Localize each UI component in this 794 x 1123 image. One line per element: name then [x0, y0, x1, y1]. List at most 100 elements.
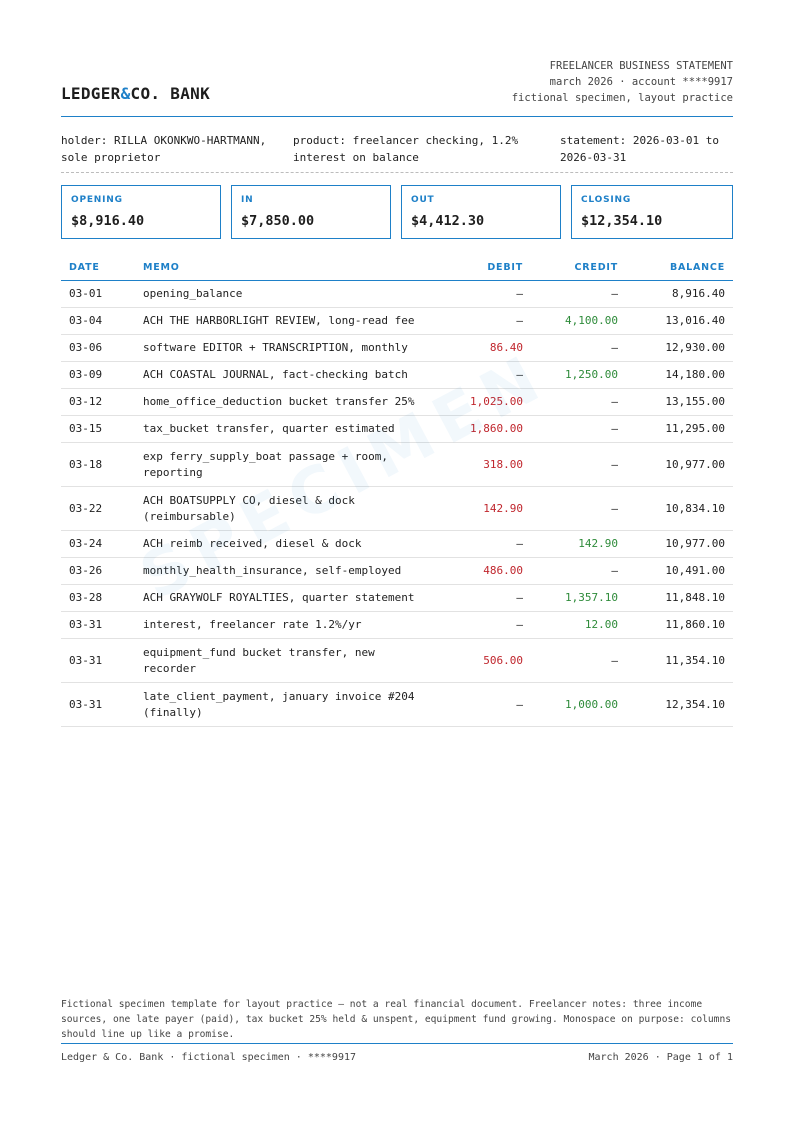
- table-header: DATE MEMO DEBIT CREDIT BALANCE: [61, 258, 733, 281]
- cell-debit: —: [516, 314, 523, 327]
- cell-debit: —: [516, 287, 523, 300]
- cell-date: 03-01: [69, 287, 103, 300]
- table-row: 03-31 interest, freelancer rate 1.2%/yr — 1…: [61, 612, 733, 639]
- cell-date: 03-22: [69, 501, 103, 515]
- cell-memo: exp ferry_supply_boat passage + room, re…: [143, 449, 389, 479]
- cell-debit: —: [516, 368, 523, 381]
- cell-credit: 1,357.10: [565, 591, 618, 604]
- cell-debit: —: [516, 697, 523, 711]
- cell-debit: —: [516, 537, 523, 550]
- cell-balance: 11,848.10: [665, 591, 725, 604]
- period-account: march 2026 · account ****9917: [549, 76, 733, 88]
- cell-credit: —: [611, 457, 618, 471]
- cell-balance: 10,491.00: [665, 564, 725, 577]
- footer-right: March 2026 · Page 1 of 1: [588, 1052, 734, 1063]
- cell-date: 03-31: [69, 618, 103, 631]
- cell-credit: 142.90: [578, 537, 618, 550]
- cell-credit: 1,250.00: [565, 368, 618, 381]
- brand-ampersand: &: [120, 84, 131, 103]
- cell-credit: —: [611, 395, 618, 408]
- cell-credit: 1,000.00: [565, 697, 618, 711]
- cell-date: 03-18: [69, 457, 103, 471]
- header-balance: BALANCE: [669, 262, 725, 273]
- cell-memo: opening_balance: [143, 287, 243, 300]
- table-body: 03-01 opening_balance — — 8,916.40 03-04 ACH T…: [61, 281, 733, 727]
- summary-value: $8,916.40: [71, 213, 145, 229]
- summary-label: IN: [241, 195, 254, 205]
- cell-debit: 486.00: [483, 564, 523, 577]
- cell-debit: —: [516, 618, 523, 631]
- cell-date: 03-31: [69, 697, 103, 711]
- cell-debit: —: [516, 591, 523, 604]
- bank-logo: LEDGER&CO. BANK: [61, 84, 210, 103]
- table-row: 03-31 late_client_payment, january invoic…: [61, 683, 733, 727]
- cell-date: 03-28: [69, 591, 103, 604]
- table-row: 03-12 home_office_deduction bucket transf…: [61, 389, 733, 416]
- cell-memo: ACH THE HARBORLIGHT REVIEW, long-read fe…: [143, 314, 415, 327]
- summary-value: $4,412.30: [411, 213, 485, 229]
- summary-card-closing: CLOSING $12,354.10: [571, 185, 733, 239]
- cell-date: 03-24: [69, 537, 103, 550]
- footer-note: Fictional specimen template for layout p…: [61, 999, 732, 1040]
- summary-card-in: IN $7,850.00: [231, 185, 391, 239]
- cell-debit: 318.00: [483, 457, 523, 471]
- cell-balance: 10,977.00: [665, 537, 725, 550]
- specimen-note: fictional specimen, layout practice: [511, 92, 733, 104]
- transactions-table: DATE MEMO DEBIT CREDIT BALANCE 03-01 open…: [61, 258, 733, 727]
- cell-balance: 13,016.40: [665, 314, 725, 327]
- account-info: holder: RILLA OKONKWO-HARTMANN, sole pro…: [61, 132, 733, 173]
- cell-balance: 10,977.00: [665, 457, 725, 471]
- summary-label: CLOSING: [581, 195, 632, 205]
- table-row: 03-04 ACH THE HARBORLIGHT REVIEW, long-re…: [61, 308, 733, 335]
- cell-credit: —: [611, 501, 618, 515]
- table-row: 03-31 equipment_fund bucket transfer, new…: [61, 639, 733, 683]
- cell-balance: 8,916.40: [672, 287, 725, 300]
- table-row: 03-09 ACH COASTAL JOURNAL, fact-checking …: [61, 362, 733, 389]
- cell-credit: 12.00: [584, 618, 618, 631]
- cell-memo: home_office_deduction bucket transfer 25…: [143, 395, 415, 408]
- table-row: 03-18 exp ferry_supply_boat passage + roo…: [61, 443, 733, 487]
- cell-date: 03-12: [69, 395, 103, 408]
- page-footer: Ledger & Co. Bank · fictional specimen ·…: [61, 1043, 733, 1063]
- header-debit: DEBIT: [487, 262, 523, 273]
- cell-balance: 12,354.10: [665, 697, 725, 711]
- cell-balance: 13,155.00: [665, 395, 725, 408]
- cell-credit: —: [611, 287, 618, 300]
- cell-memo: ACH reimb received, diesel & dock: [143, 537, 362, 550]
- summary-card-opening: OPENING $8,916.40: [61, 185, 221, 239]
- cell-memo: software EDITOR + TRANSCRIPTION, monthly: [143, 341, 408, 354]
- header-memo: MEMO: [143, 262, 180, 273]
- cell-date: 03-26: [69, 564, 103, 577]
- statement-period: statement: 2026-03-01 to 2026-03-31: [560, 134, 719, 164]
- cell-credit: —: [611, 653, 618, 667]
- cell-debit: 86.40: [489, 341, 523, 354]
- summary-label: OPENING: [71, 195, 123, 205]
- table-row: 03-06 software EDITOR + TRANSCRIPTION, mo…: [61, 335, 733, 362]
- cell-date: 03-06: [69, 341, 103, 354]
- cell-date: 03-31: [69, 653, 103, 667]
- cell-date: 03-09: [69, 368, 103, 381]
- cell-date: 03-15: [69, 422, 103, 435]
- cell-balance: 11,295.00: [665, 422, 725, 435]
- cell-memo: ACH COASTAL JOURNAL, fact-checking batch: [143, 368, 408, 381]
- brand-prefix: LEDGER: [61, 84, 121, 103]
- cell-date: 03-04: [69, 314, 103, 327]
- document-title: FREELANCER BUSINESS STATEMENT: [549, 60, 733, 72]
- cell-memo: late_client_payment, january invoice #20…: [143, 689, 415, 719]
- summary-card-out: OUT $4,412.30: [401, 185, 561, 239]
- table-row: 03-22 ACH BOATSUPPLY CO, diesel & dock (r…: [61, 487, 733, 531]
- summary-label: OUT: [411, 195, 435, 205]
- header-date: DATE: [69, 262, 100, 273]
- summary-value: $12,354.10: [581, 213, 663, 229]
- brand-suffix: CO. BANK: [130, 84, 211, 103]
- product-info: product: freelancer checking, 1.2% inter…: [293, 134, 519, 164]
- cell-debit: 1,860.00: [470, 422, 523, 435]
- table-row: 03-15 tax_bucket transfer, quarter estima…: [61, 416, 733, 443]
- table-row: 03-24 ACH reimb received, diesel & dock — 1…: [61, 531, 733, 558]
- cell-memo: ACH GRAYWOLF ROYALTIES, quarter statemen…: [143, 591, 415, 604]
- cell-debit: 506.00: [483, 653, 523, 667]
- table-row: 03-26 monthly_health_insurance, self-empl…: [61, 558, 733, 585]
- cell-balance: 10,834.10: [665, 501, 725, 515]
- holder-info: holder: RILLA OKONKWO-HARTMANN, sole pro…: [61, 134, 267, 164]
- table-row: 03-01 opening_balance — — 8,916.40: [61, 281, 733, 308]
